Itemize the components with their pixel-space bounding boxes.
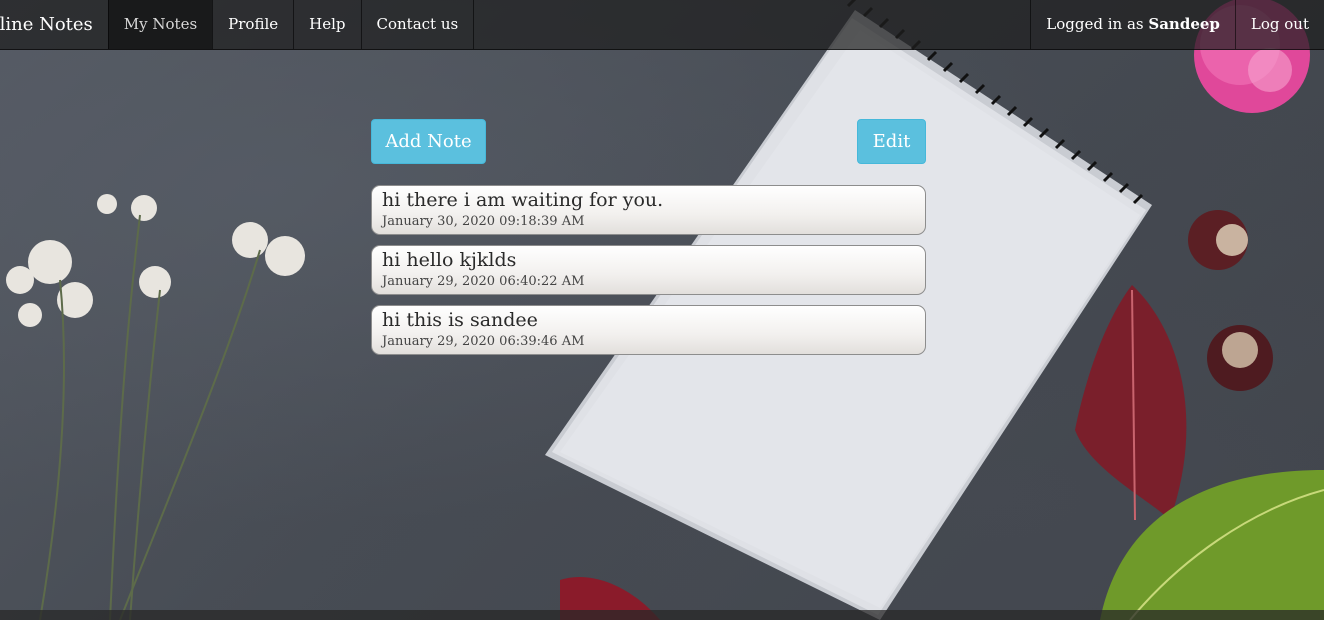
add-note-button[interactable]: Add Note: [371, 119, 486, 164]
top-navbar: nline Notes My Notes Profile Help Contac…: [0, 0, 1324, 50]
note-text: hi there i am waiting for you.: [382, 189, 664, 211]
logged-in-status: Logged in as Sandeep: [1030, 0, 1235, 49]
username: Sandeep: [1148, 15, 1220, 33]
note-date: January 29, 2020 06:40:22 AM: [382, 274, 585, 289]
nav-contact-us[interactable]: Contact us: [360, 0, 475, 49]
logout-link[interactable]: Log out: [1234, 0, 1324, 49]
logged-in-label: Logged in as: [1046, 15, 1149, 33]
note-item[interactable]: hi hello kjklds January 29, 2020 06:40:2…: [371, 245, 926, 295]
note-item[interactable]: hi there i am waiting for you. January 3…: [371, 185, 926, 235]
note-text: hi hello kjklds: [382, 249, 517, 271]
notes-list: hi there i am waiting for you. January 3…: [371, 185, 926, 365]
brand-logo[interactable]: nline Notes: [0, 0, 108, 49]
footer-strip: [0, 610, 1324, 620]
note-date: January 30, 2020 09:18:39 AM: [382, 214, 585, 229]
nav-my-notes[interactable]: My Notes: [107, 0, 213, 49]
navbar-spacer: [474, 0, 1030, 49]
nav-profile[interactable]: Profile: [212, 0, 293, 49]
nav-help[interactable]: Help: [293, 0, 360, 49]
note-date: January 29, 2020 06:39:46 AM: [382, 334, 585, 349]
note-item[interactable]: hi this is sandee January 29, 2020 06:39…: [371, 305, 926, 355]
edit-button[interactable]: Edit: [857, 119, 926, 164]
note-text: hi this is sandee: [382, 309, 538, 331]
